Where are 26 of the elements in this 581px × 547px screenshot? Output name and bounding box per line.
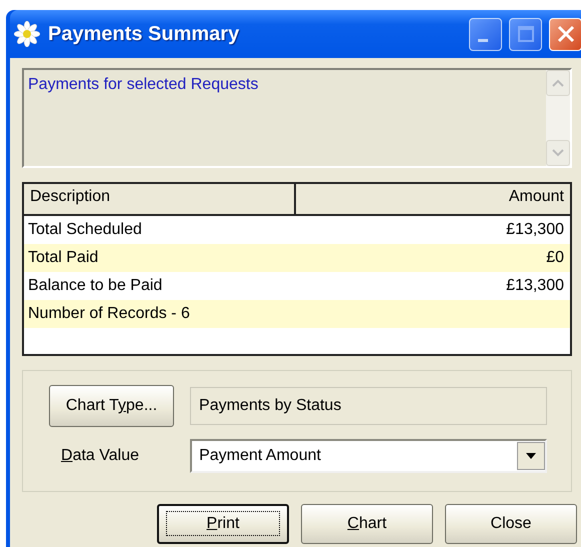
window-title: Payments Summary: [48, 22, 240, 46]
minimize-button[interactable]: [469, 18, 502, 50]
maximize-icon: [516, 25, 534, 43]
description-box[interactable]: Payments for selected Requests: [22, 68, 572, 168]
data-value-dropdown[interactable]: Payment Amount: [190, 439, 547, 473]
dialog-button[interactable]: Print: [157, 504, 289, 544]
chart-type-field: Payments by Status: [190, 387, 547, 425]
chart-type-button[interactable]: Chart Type...: [49, 385, 174, 427]
table-cell: Balance to be Paid: [28, 277, 162, 295]
table-cell: Number of Records - 6: [28, 305, 190, 323]
data-value-label: Data Value: [60, 447, 140, 465]
dialog-button[interactable]: Chart: [301, 504, 433, 544]
column-header[interactable]: Amount: [296, 184, 570, 214]
table-cell: £13,300: [506, 221, 564, 239]
maximize-button[interactable]: [509, 18, 542, 50]
table-cell: Total Paid: [28, 249, 98, 267]
dialog-button[interactable]: Close: [445, 504, 577, 544]
table-cell: £13,300: [506, 277, 564, 295]
table-cell: Total Scheduled: [28, 221, 142, 239]
flower-icon: [14, 21, 40, 47]
close-icon[interactable]: [549, 18, 581, 50]
dropdown-value: Payment Amount: [198, 447, 322, 465]
column-header[interactable]: Description: [24, 184, 296, 214]
description-text: Payments for selected Requests: [27, 75, 260, 95]
minimize-icon: [478, 38, 488, 42]
table-cell: £0: [546, 249, 564, 267]
